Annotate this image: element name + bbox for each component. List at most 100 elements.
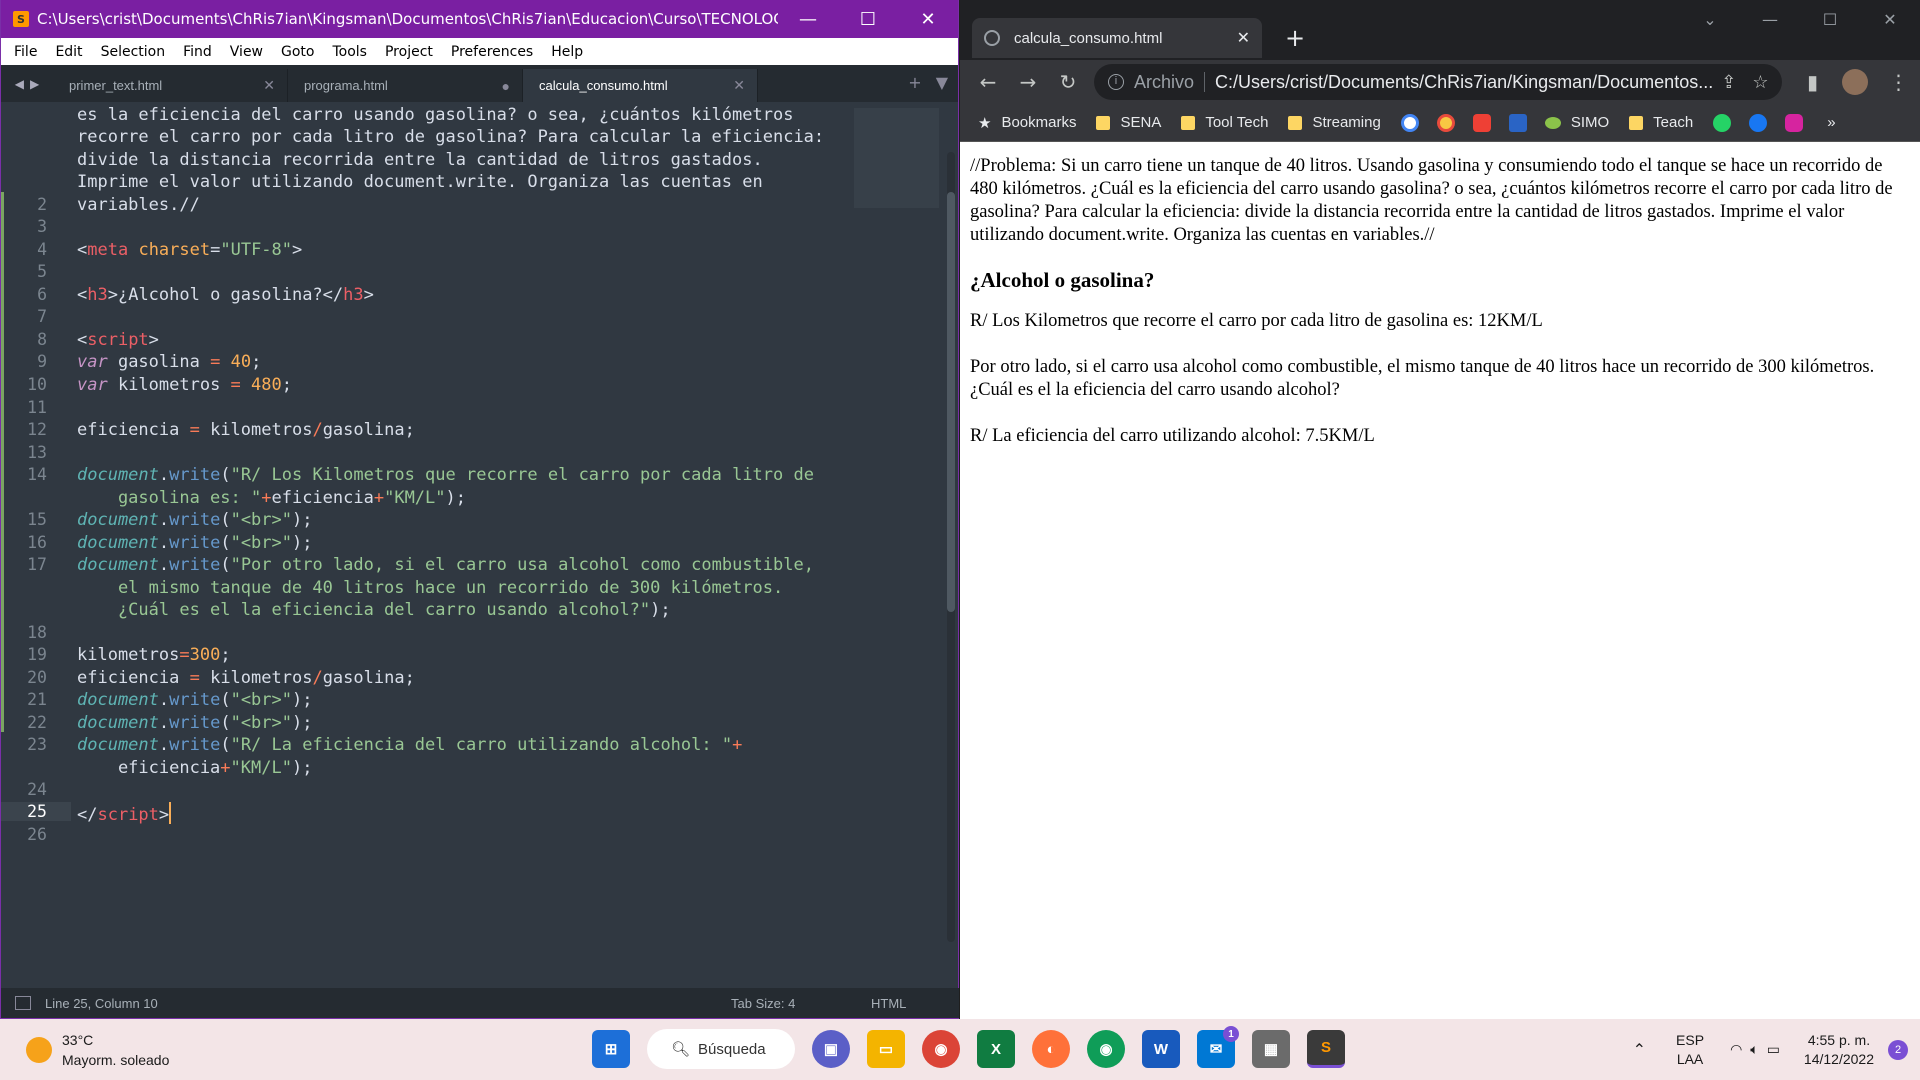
tab-menu-chevron-icon[interactable]: ▼ (936, 73, 948, 92)
info-icon[interactable]: i (1108, 74, 1124, 90)
star-icon[interactable]: ☆ (1752, 72, 1768, 93)
menu-tools[interactable]: Tools (323, 44, 376, 60)
new-tab-button[interactable]: + (1285, 24, 1305, 52)
code-line: document.write("Por otro lado, si el car… (77, 555, 814, 575)
instagram-icon[interactable] (1785, 113, 1804, 132)
folder-icon (1629, 115, 1644, 130)
reload-icon[interactable]: ↻ (1048, 70, 1088, 94)
globe-icon (984, 30, 1000, 46)
answer-gasoline: R/ Los Kilometros que recorre el carro p… (970, 311, 1543, 331)
code-line: Imprime el valor utilizando document.wri… (77, 172, 763, 192)
whatsapp-icon[interactable] (1713, 113, 1732, 132)
tab-prev-icon[interactable]: ◀ (15, 77, 24, 91)
tab-modified-dot-icon[interactable]: ● (502, 78, 510, 94)
battery-icon[interactable]: ▭ (1767, 1041, 1780, 1058)
profile-avatar[interactable] (1842, 69, 1869, 95)
menu-selection[interactable]: Selection (92, 44, 175, 60)
bookmark-simo[interactable]: SIMO (1544, 114, 1609, 131)
share-icon[interactable]: ⇪ (1721, 72, 1736, 93)
menu-find[interactable]: Find (174, 44, 221, 60)
menu-edit[interactable]: Edit (46, 44, 91, 60)
tab-search-chevron-icon[interactable]: ⌄ (1680, 0, 1740, 29)
mail-icon[interactable]: ✉ 1 (1197, 1026, 1239, 1068)
word-icon[interactable]: W (1142, 1030, 1180, 1068)
menu-preferences[interactable]: Preferences (442, 44, 542, 60)
kebab-menu-icon[interactable]: ⋮ (1878, 70, 1918, 94)
taskbar-search[interactable]: 🔍︎ Búsqueda (647, 1029, 795, 1069)
tab-primer-text[interactable]: primer_text.html ✕ (53, 69, 288, 102)
pocket-icon[interactable] (1472, 113, 1491, 132)
notification-count-badge[interactable]: 2 (1888, 1039, 1908, 1060)
sublime-text-icon[interactable]: S (1307, 1030, 1345, 1068)
code-line: document.write("<br>"); (77, 533, 313, 553)
language-indicator[interactable]: ESP LAA (1676, 1031, 1704, 1069)
menu-view[interactable]: View (221, 44, 272, 60)
firefox-icon[interactable]: ◐ (1032, 1030, 1070, 1068)
windows-start-icon[interactable]: ⊞ (592, 1030, 630, 1068)
bookmark-tool-tech[interactable]: Tool Tech (1181, 114, 1268, 131)
forward-arrow-icon[interactable]: → (1008, 70, 1048, 94)
maximize-button[interactable]: ☐ (1800, 0, 1860, 29)
colorful-c-icon[interactable] (1436, 113, 1455, 132)
teams-chat-icon[interactable]: ▣ (812, 1030, 850, 1068)
bookmark-streaming[interactable]: Streaming (1288, 114, 1381, 131)
weather-widget[interactable]: 33°C Mayorm. soleado (26, 1030, 169, 1070)
facebook-icon[interactable] (1749, 113, 1768, 132)
wifi-icon[interactable]: ◠ (1730, 1041, 1742, 1058)
menu-goto[interactable]: Goto (272, 44, 323, 60)
leaf-icon (1544, 116, 1561, 129)
calendar-17-icon[interactable] (1508, 113, 1527, 132)
menu-project[interactable]: Project (376, 44, 442, 60)
tab-calcula-consumo[interactable]: calcula_consumo.html ✕ (523, 69, 758, 102)
calculator-icon[interactable]: ▦ (1252, 1030, 1290, 1068)
tab-nav-arrows[interactable]: ◀ ▶ (1, 65, 53, 102)
editor-scrollbar[interactable] (947, 152, 955, 942)
tab-close-icon[interactable]: ✕ (263, 77, 275, 94)
excel-icon[interactable]: X (977, 1030, 1015, 1068)
tab-close-icon[interactable]: ✕ (733, 77, 745, 94)
address-bar[interactable]: i Archivo C:/Users/crist/Documents/ChRis… (1094, 64, 1783, 100)
minimize-button[interactable]: — (778, 9, 838, 30)
chrome-profile-icon[interactable]: ◉ (922, 1030, 960, 1068)
address-separator (1204, 72, 1206, 92)
line-number: 18 (27, 623, 47, 642)
speaker-icon[interactable]: 🔈︎ (1750, 1041, 1758, 1058)
google-icon[interactable] (1400, 113, 1419, 132)
clock[interactable]: 4:55 p. m. 14/12/2022 (1804, 1031, 1874, 1069)
line-number: 12 (27, 420, 47, 439)
minimize-button[interactable]: — (1740, 0, 1800, 29)
code-line: ¿Cuál es el la eficiencia del carro usan… (77, 600, 671, 620)
file-explorer-icon[interactable]: ▭ (867, 1030, 905, 1068)
back-arrow-icon[interactable]: ← (968, 70, 1008, 94)
bookmark-teach[interactable]: Teach (1629, 114, 1693, 131)
bookmark-sena[interactable]: SENA (1096, 114, 1161, 131)
tab-programa[interactable]: programa.html ● (288, 69, 523, 102)
line-number: 15 (27, 510, 47, 529)
code-editor[interactable]: 2 3 4 5 6 7 8 9 10 11 12 13 14 15 16 17 … (1, 102, 959, 989)
bookmark-label: Bookmarks (1001, 114, 1077, 131)
more-bookmarks-chevron-icon[interactable]: » (1827, 114, 1835, 131)
url-text: C:/Users/crist/Documents/ChRis7ian/Kings… (1215, 71, 1714, 92)
menu-file[interactable]: File (5, 44, 46, 60)
browser-tab-active[interactable]: calcula_consumo.html ✕ (972, 18, 1262, 58)
sublime-statusbar: Line 25, Column 10 Tab Size: 4 HTML (1, 988, 959, 1018)
line-number-current: 25 (1, 802, 71, 821)
tray-chevron-icon[interactable]: ⌃ (1633, 1040, 1646, 1060)
scroll-thumb[interactable] (947, 192, 955, 612)
new-tab-icon[interactable]: + (908, 73, 921, 92)
syntax-indicator[interactable]: HTML (871, 996, 906, 1011)
maximize-button[interactable]: ☐ (838, 9, 898, 30)
side-panel-icon[interactable]: ▮ (1792, 70, 1832, 94)
minimap[interactable] (854, 108, 939, 208)
chrome-icon[interactable]: ◉ (1087, 1030, 1125, 1068)
close-tab-icon[interactable]: ✕ (1237, 28, 1250, 48)
system-tray: ⌃ ESP LAA ◠ 🔈︎ ▭ 4:55 p. m. 14/12/2022 2 (1633, 1019, 1920, 1080)
panel-toggle-icon[interactable] (15, 996, 31, 1010)
menu-help[interactable]: Help (542, 44, 592, 60)
tab-next-icon[interactable]: ▶ (30, 77, 39, 91)
bookmark-bookmarks[interactable]: ★ Bookmarks (978, 114, 1076, 132)
close-button[interactable]: ✕ (898, 9, 958, 30)
tab-size-indicator[interactable]: Tab Size: 4 (731, 996, 795, 1011)
close-button[interactable]: ✕ (1860, 0, 1920, 29)
code-line: recorre el carro por cada litro de gasol… (77, 127, 824, 147)
